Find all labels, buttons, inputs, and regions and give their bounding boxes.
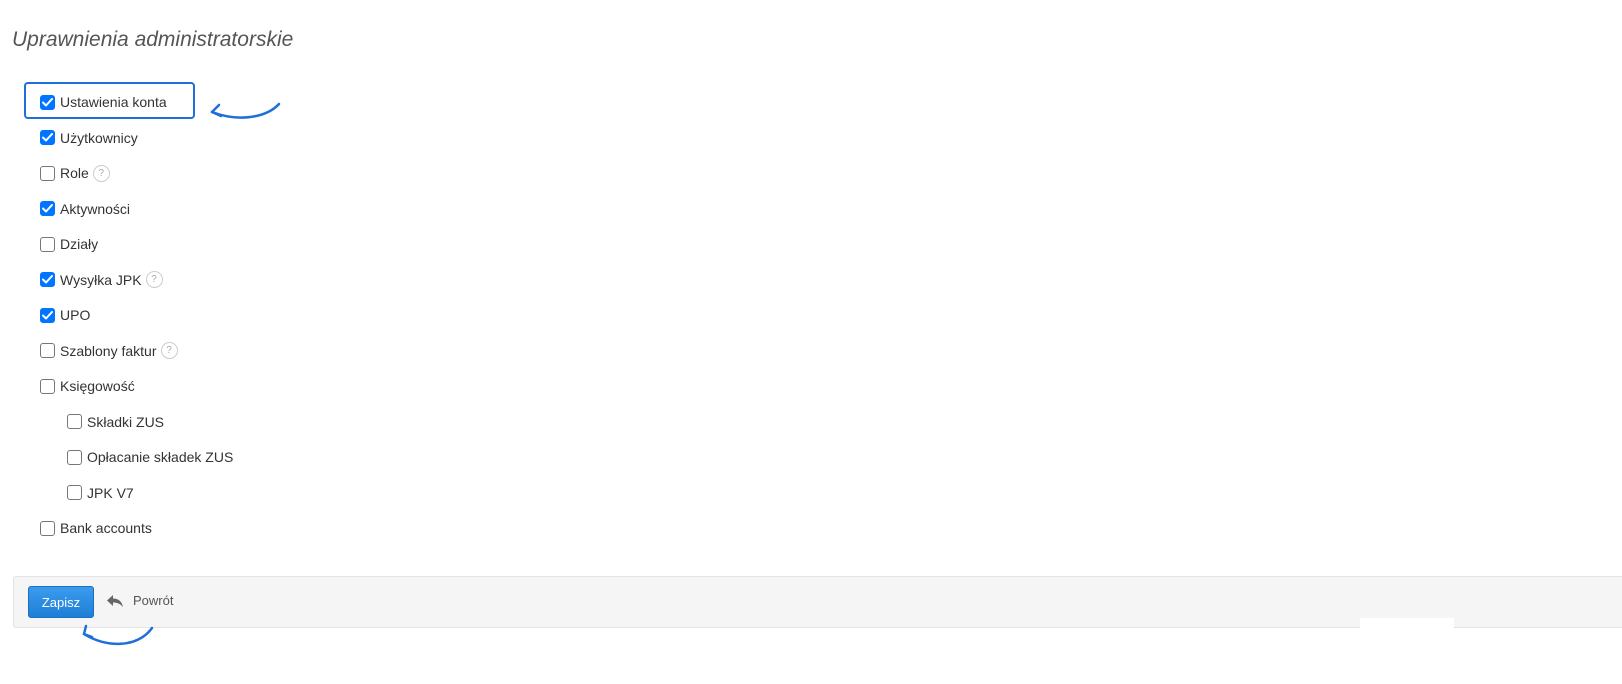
- permission-row: Bank accounts: [40, 516, 152, 540]
- permission-row: Opłacanie składek ZUS: [67, 445, 233, 469]
- permission-checkbox[interactable]: [40, 307, 55, 323]
- permission-checkbox[interactable]: [67, 449, 82, 465]
- permission-checkbox[interactable]: [40, 130, 55, 145]
- permission-label[interactable]: Opłacanie składek ZUS: [87, 449, 233, 465]
- permission-checkbox[interactable]: [67, 414, 82, 429]
- permission-checkbox[interactable]: [40, 165, 55, 181]
- help-icon[interactable]: ?: [145, 271, 163, 288]
- redaction-patch: [1360, 618, 1454, 630]
- help-icon[interactable]: ?: [160, 342, 178, 359]
- back-link-label: Powrót: [133, 593, 174, 608]
- permission-label[interactable]: Bank accounts: [60, 520, 152, 536]
- permission-checkbox[interactable]: [40, 236, 55, 252]
- permission-row: Składki ZUS: [67, 410, 164, 434]
- permission-label[interactable]: Wysyłka JPK: [60, 272, 142, 288]
- annotation-arrow-icon: [210, 102, 281, 119]
- permission-label[interactable]: Działy: [60, 236, 98, 252]
- help-icon[interactable]: ?: [92, 164, 110, 182]
- permission-row: Ustawienia konta: [40, 90, 167, 114]
- permission-label[interactable]: JPK V7: [87, 485, 134, 501]
- permission-label[interactable]: Ustawienia konta: [60, 94, 167, 110]
- permission-row: Działy: [40, 232, 98, 256]
- permission-label[interactable]: Aktywności: [60, 201, 130, 217]
- permission-label[interactable]: Szablony faktur: [60, 343, 157, 359]
- permission-row: Użytkownicy: [40, 126, 138, 150]
- page-title: Uprawnienia administratorskie: [12, 28, 294, 51]
- permission-row: Role?: [40, 161, 110, 185]
- permission-label[interactable]: UPO: [60, 307, 90, 323]
- permission-checkbox[interactable]: [40, 378, 55, 394]
- permission-label[interactable]: Role: [60, 165, 89, 181]
- permission-row: Aktywności: [40, 197, 130, 221]
- permission-row: UPO: [40, 303, 90, 327]
- annotation-arrow-icon: [82, 624, 154, 645]
- permission-checkbox[interactable]: [40, 343, 55, 358]
- save-button[interactable]: Zapisz: [28, 586, 94, 618]
- permission-checkbox[interactable]: [67, 485, 82, 500]
- permission-checkbox[interactable]: [40, 520, 55, 536]
- permission-row: Wysyłka JPK?: [40, 268, 163, 292]
- permission-checkbox[interactable]: [40, 201, 55, 216]
- permission-label[interactable]: Użytkownicy: [60, 130, 138, 146]
- permission-row: JPK V7: [67, 481, 134, 505]
- reply-icon: [106, 594, 124, 608]
- permission-checkbox[interactable]: [40, 94, 55, 110]
- permission-label[interactable]: Księgowość: [60, 378, 135, 394]
- permission-checkbox[interactable]: [40, 272, 55, 287]
- permission-row: Szablony faktur?: [40, 339, 178, 363]
- permission-label[interactable]: Składki ZUS: [87, 414, 164, 430]
- permission-row: Księgowość: [40, 374, 135, 398]
- back-link[interactable]: Powrót: [106, 593, 173, 608]
